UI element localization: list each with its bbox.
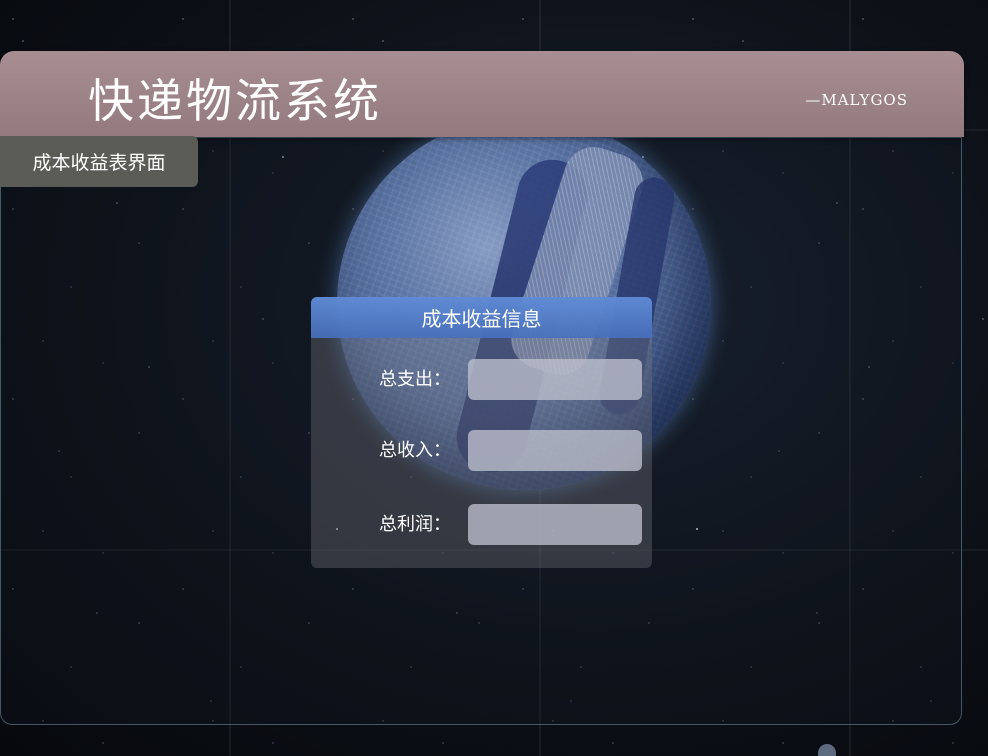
total-profit-label: 总利润： [379,514,451,535]
card-title: 成本收益信息 [311,297,652,338]
total-income-input[interactable] [468,430,642,471]
app-title: 快递物流系统 [88,74,382,128]
total-expense-input[interactable] [468,359,642,400]
total-expense-row: 总支出： [311,359,652,400]
total-income-label: 总收入： [379,440,451,461]
total-expense-label: 总支出： [379,369,451,390]
total-income-row: 总收入： [311,430,652,471]
total-profit-input[interactable] [468,504,642,545]
total-profit-row: 总利润： [311,504,652,545]
cost-income-card: 成本收益信息 总支出： 总收入： 总利润： [311,297,652,568]
app-signature: —MALYGOS [805,91,908,109]
page-label: 成本收益表界面 [0,136,198,187]
app-header: 快递物流系统 —MALYGOS [0,51,964,137]
scroll-indicator-icon [818,744,836,756]
